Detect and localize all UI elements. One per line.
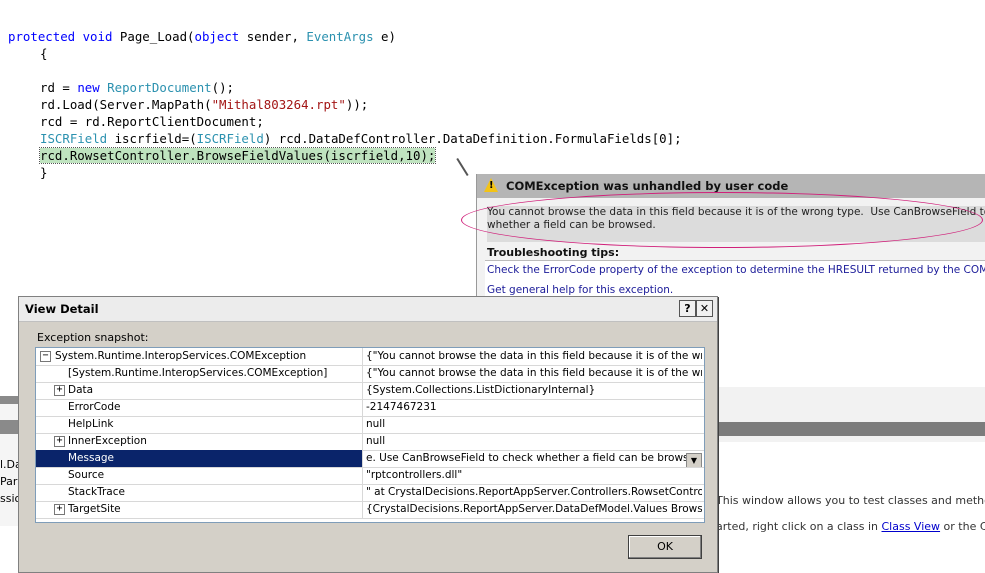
help-button[interactable]: ? — [679, 300, 696, 317]
row-value: {CrystalDecisions.ReportAppServer.DataDe… — [366, 503, 702, 515]
row-name: Source — [68, 469, 105, 481]
table-row-selected[interactable]: Message e. Use CanBrowseField to check w… — [36, 450, 704, 468]
row-value: null — [366, 435, 386, 447]
dialog-title: View Detail — [25, 302, 99, 316]
tip-link-general-help[interactable]: Get general help for this exception. — [487, 284, 673, 296]
object-test-bench-text: This window allows you to test classes a… — [716, 494, 985, 507]
class-view-link[interactable]: Class View — [882, 520, 941, 533]
tip-link-errorcode[interactable]: Check the ErrorCode property of the exce… — [487, 264, 985, 276]
table-row[interactable]: [System.Runtime.InteropServices.COMExcep… — [36, 365, 704, 383]
object-test-bench-hint: arted, right click on a class in Class V… — [716, 520, 985, 533]
exception-snapshot-label: Exception snapshot: — [37, 331, 149, 344]
highlight-ellipse — [461, 192, 983, 248]
view-detail-dialog: View Detail ? ✕ Exception snapshot: − Sys… — [18, 296, 718, 573]
code-line-8[interactable]: } — [40, 165, 47, 180]
code-line-7-highlighted[interactable]: rcd.RowsetController.BrowseFieldValues(i… — [38, 147, 437, 164]
row-name: TargetSite — [68, 503, 121, 515]
code-line-3[interactable]: rd = new ReportDocument(); — [40, 80, 234, 95]
expand-icon[interactable]: + — [54, 504, 65, 515]
code-line-4[interactable]: rd.Load(Server.MapPath("Mithal803264.rpt… — [40, 97, 368, 112]
row-value: {System.Collections.ListDictionaryIntern… — [366, 384, 596, 396]
code-line-6[interactable]: ISCRField iscrfield=(ISCRField) rcd.Data… — [40, 131, 682, 146]
row-name: ErrorCode — [68, 401, 121, 413]
code-line-1[interactable]: protected void Page_Load(object sender, … — [8, 29, 396, 44]
chevron-down-icon[interactable]: ▼ — [686, 453, 702, 467]
code-line-2[interactable]: { — [40, 46, 47, 61]
row-name: System.Runtime.InteropServices.COMExcept… — [55, 350, 307, 362]
row-value: null — [366, 418, 386, 430]
table-row[interactable]: HelpLink null — [36, 416, 704, 434]
expand-icon[interactable]: + — [54, 385, 65, 396]
table-row[interactable]: + TargetSite {CrystalDecisions.ReportAppS… — [36, 501, 704, 519]
exception-snapshot-table[interactable]: − System.Runtime.InteropServices.COMExcep… — [35, 347, 705, 523]
table-row[interactable]: − System.Runtime.InteropServices.COMExcep… — [36, 348, 704, 366]
dialog-titlebar[interactable]: View Detail ? ✕ — [19, 297, 717, 322]
row-value: {"You cannot browse the data in this fie… — [366, 367, 702, 379]
row-value: {"You cannot browse the data in this fie… — [366, 350, 702, 362]
row-name: InnerException — [68, 435, 147, 447]
ok-button[interactable]: OK — [628, 535, 702, 559]
troubleshooting-header: Troubleshooting tips: — [487, 246, 620, 259]
table-row[interactable]: + InnerException null — [36, 433, 704, 451]
table-row[interactable]: StackTrace " at CrystalDecisions.ReportA… — [36, 484, 704, 502]
code-editor[interactable]: protected void Page_Load(object sender, … — [0, 0, 985, 200]
code-line-5[interactable]: rcd = rd.ReportClientDocument; — [40, 114, 264, 129]
table-row[interactable]: Source "rptcontrollers.dll" — [36, 467, 704, 485]
row-value: " at CrystalDecisions.ReportAppServer.Co… — [366, 486, 702, 498]
table-row[interactable]: ErrorCode -2147467231 — [36, 399, 704, 417]
row-name: HelpLink — [68, 418, 114, 430]
table-row[interactable]: + Data {System.Collections.ListDictionary… — [36, 382, 704, 400]
row-value: -2147467231 — [366, 401, 437, 413]
panel-divider-bar — [715, 422, 985, 436]
row-name: Message — [68, 452, 115, 464]
row-name: StackTrace — [68, 486, 125, 498]
row-name: Data — [68, 384, 94, 396]
collapse-icon[interactable]: − — [40, 351, 51, 362]
row-name: [System.Runtime.InteropServices.COMExcep… — [68, 367, 328, 379]
close-button[interactable]: ✕ — [696, 300, 713, 317]
row-value: "rptcontrollers.dll" — [366, 469, 463, 481]
expand-icon[interactable]: + — [54, 436, 65, 447]
row-value-editor[interactable]: e. Use CanBrowseField to check whether a… — [366, 452, 702, 467]
exception-title: COMException was unhandled by user code — [506, 179, 789, 193]
